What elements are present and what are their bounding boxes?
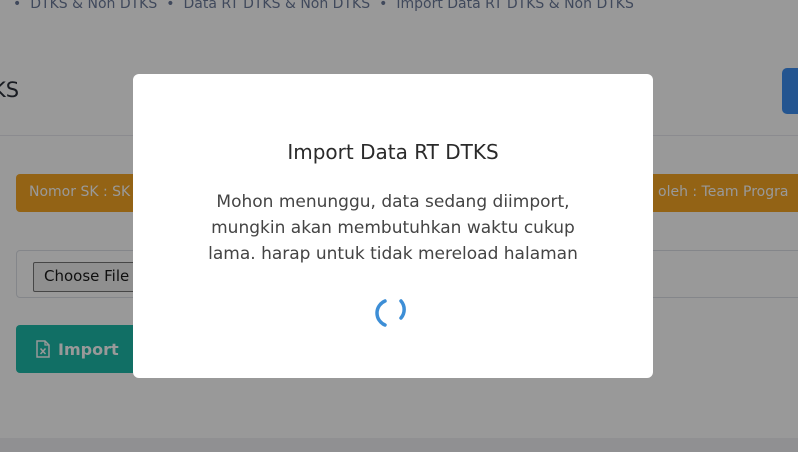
loading-spinner-icon [375, 299, 406, 327]
import-progress-modal: Import Data RT DTKS Mohon menunggu, data… [133, 74, 653, 378]
modal-message: Mohon menunggu, data sedang diimport, mu… [208, 192, 578, 264]
modal-title: Import Data RT DTKS [287, 140, 499, 164]
